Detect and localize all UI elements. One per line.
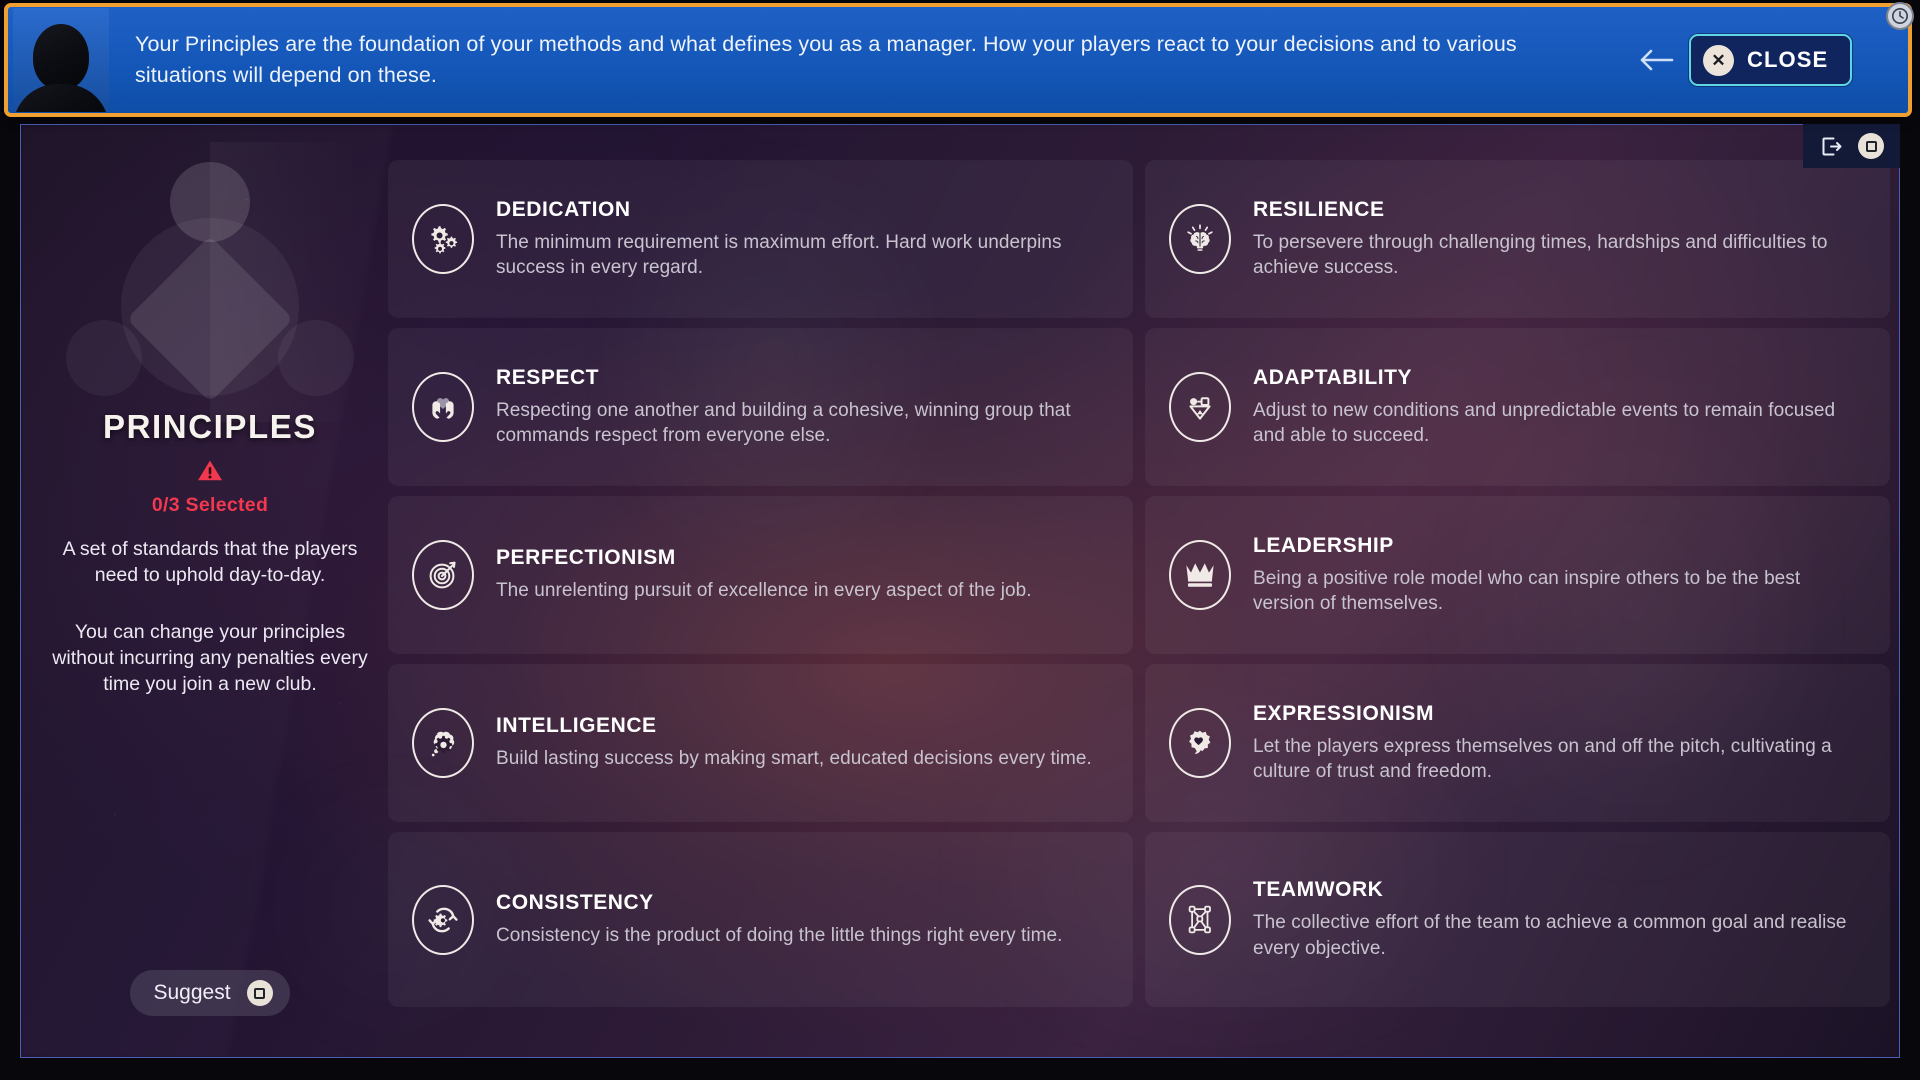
thought-gear-icon [412,708,474,778]
principle-title: INTELLIGENCE [496,714,657,738]
principles-emblem-icon [60,142,360,422]
principle-description: Let the players express themselves on an… [1253,735,1832,782]
principle-description: The unrelenting pursuit of excellence in… [496,580,1032,602]
exit-icon[interactable] [1819,134,1844,159]
principle-title: PERFECTIONISM [496,546,676,570]
principle-description: Consistency is the product of doing the … [496,924,1063,946]
principles-summary-panel: PRINCIPLES 0/3 Selected A set of standar… [24,128,396,1056]
gears-icon [412,204,474,274]
principle-title: EXPRESSIONISM [1253,701,1435,725]
principle-description: The collective effort of the team to ach… [1253,912,1847,959]
principle-title: TEAMWORK [1253,878,1384,902]
suggest-button-label: Suggest [153,981,231,1004]
principle-card-teamwork[interactable]: TEAMWORK The collective effort of the te… [1145,832,1890,1007]
close-button-label: CLOSE [1747,47,1829,72]
principle-card-consistency[interactable]: CONSISTENCY Consistency is the product o… [388,832,1133,1007]
principle-card-adaptability[interactable]: ADAPTABILITY Adjust to new conditions an… [1145,328,1890,486]
brain-rays-icon [1169,204,1231,274]
crown-icon [1169,540,1231,610]
principle-card-perfectionism[interactable]: PERFECTIONISM The unrelenting pursuit of… [388,496,1133,654]
manager-avatar [13,8,109,112]
shapes-icon [1169,372,1231,442]
principle-description: Being a positive role model who can insp… [1253,567,1801,614]
panel-description-secondary: You can change your principles without i… [52,620,368,696]
principle-description: The minimum requirement is maximum effor… [496,231,1062,278]
selected-count: 0/3 Selected [151,494,269,516]
principles-grid: DEDICATION The minimum requirement is ma… [388,160,1890,1007]
principle-title: DEDICATION [496,197,631,221]
principle-description: Build lasting success by making smart, e… [496,748,1092,770]
square-button-hint-icon [246,980,273,1006]
close-button[interactable]: ✕ CLOSE [1689,34,1853,86]
principle-description: Adjust to new conditions and unpredictab… [1253,399,1836,446]
principle-title: ADAPTABILITY [1253,365,1413,389]
principle-title: LEADERSHIP [1253,533,1394,557]
banner-message: Your Principles are the foundation of yo… [135,32,1517,87]
principle-card-resilience[interactable]: RESILIENCE To persevere through challeng… [1145,160,1890,318]
principle-description: To persevere through challenging times, … [1253,231,1828,278]
principle-card-dedication[interactable]: DEDICATION The minimum requirement is ma… [388,160,1133,318]
principle-card-expressionism[interactable]: EXPRESSIONISM Let the players express th… [1145,664,1890,822]
principle-description: Respecting one another and building a co… [496,399,1071,446]
info-banner: Your Principles are the foundation of yo… [4,3,1912,117]
warning-triangle-icon [197,459,223,487]
hud-top-right [1803,124,1900,168]
suggest-button[interactable]: Suggest [130,970,290,1016]
principle-card-intelligence[interactable]: INTELLIGENCE Build lasting success by ma… [388,664,1133,822]
principle-title: RESPECT [496,365,600,389]
clock-icon [1886,2,1914,30]
principle-title: RESILIENCE [1253,197,1385,221]
formation-network-icon [1169,884,1231,955]
principle-card-leadership[interactable]: LEADERSHIP Being a positive role model w… [1145,496,1890,654]
principle-card-respect[interactable]: RESPECT Respecting one another and build… [388,328,1133,486]
square-button-hint-icon[interactable] [1858,133,1884,159]
splash-heart-icon [1169,708,1231,778]
panel-description-primary: A set of standards that the players need… [62,538,358,587]
cycle-gear-icon [412,884,474,955]
close-icon: ✕ [1703,44,1734,76]
principle-title: CONSISTENCY [496,890,654,914]
app-root: PRINCIPLES 0/3 Selected A set of standar… [0,0,1920,1080]
hands-heart-icon [412,372,474,442]
target-arrow-icon [412,540,474,610]
back-arrow-icon[interactable] [1629,33,1683,87]
